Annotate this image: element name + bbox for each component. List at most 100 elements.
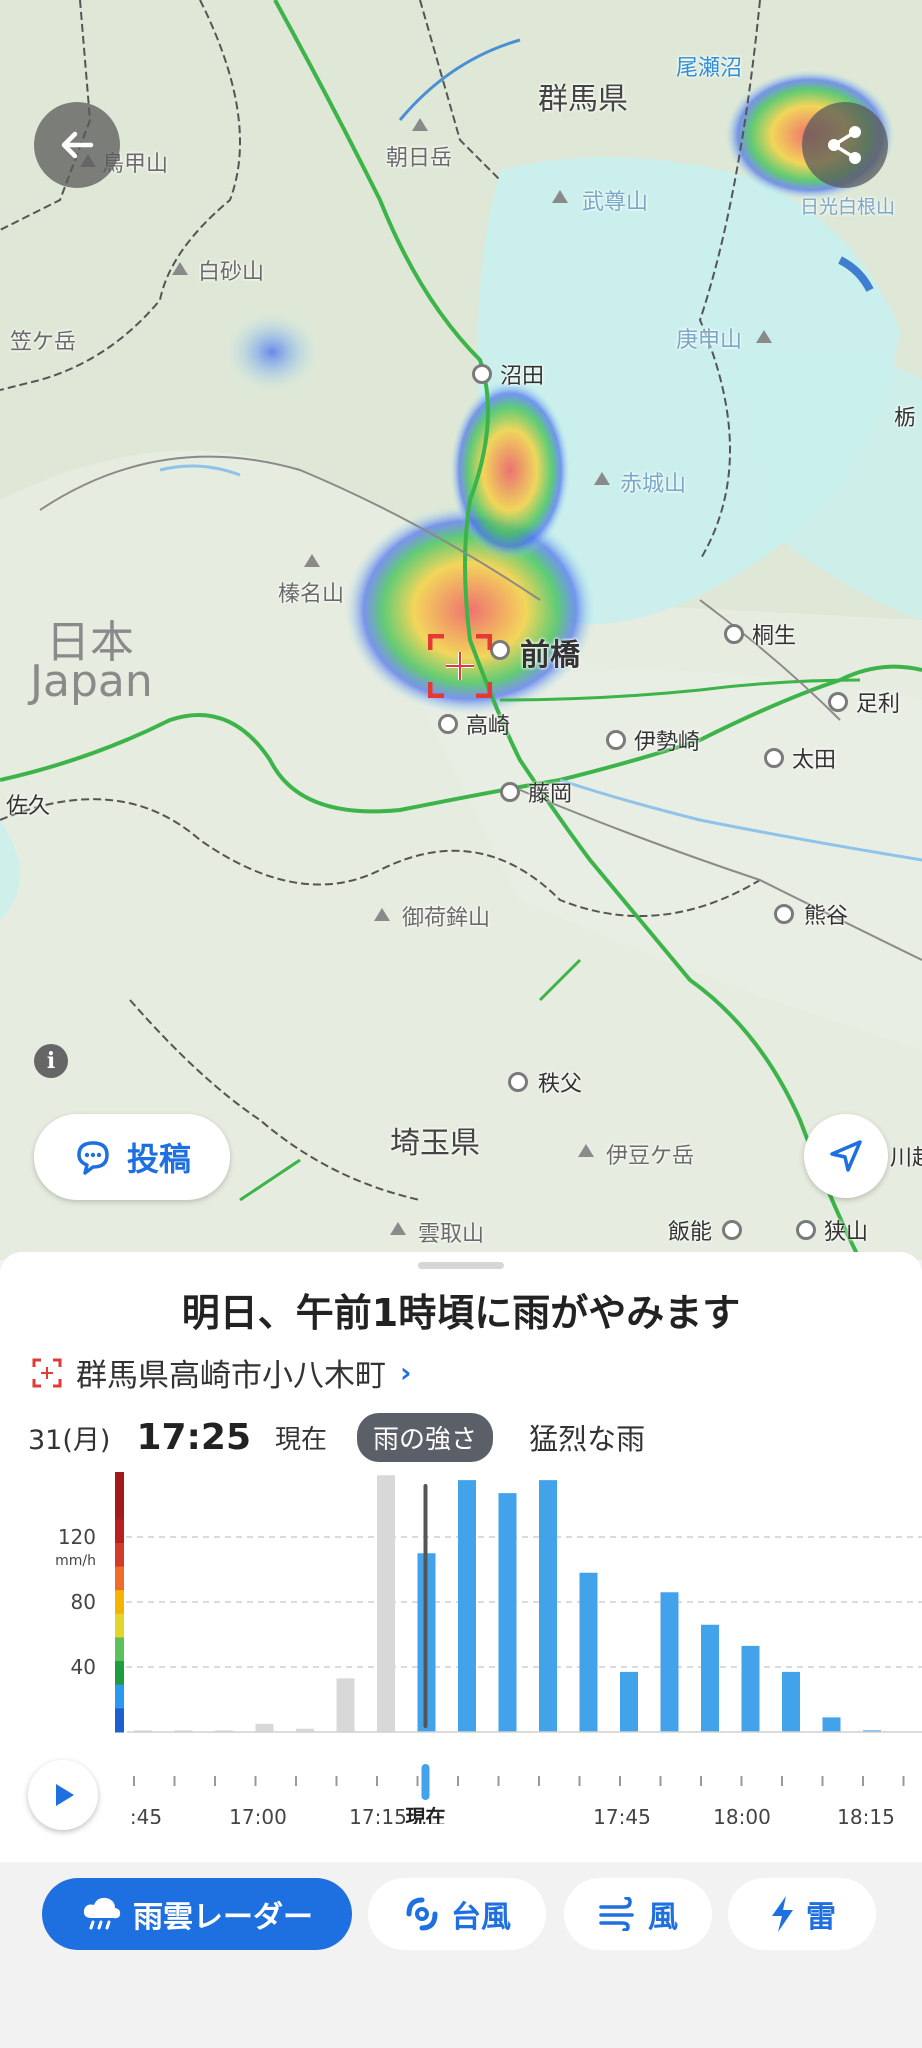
date-label: 31(月) bbox=[28, 1424, 111, 1456]
mountain-icon bbox=[374, 908, 390, 921]
lightning-icon bbox=[772, 1896, 793, 1932]
y-unit-label: mm/h bbox=[55, 1553, 96, 1569]
post-bubble-icon bbox=[77, 1141, 109, 1175]
chart-bar bbox=[498, 1493, 517, 1732]
post-button-label: 投稿 bbox=[126, 1140, 191, 1178]
map-label-mountain: 赤城山 bbox=[620, 472, 687, 497]
map-label-mountain: 白砂山 bbox=[198, 260, 265, 285]
y-tick-label: 40 bbox=[71, 1655, 96, 1679]
map-label-saitama: 埼玉県 bbox=[390, 1126, 480, 1161]
map-label-chichibu: 秩父 bbox=[538, 1072, 583, 1097]
chart-bar bbox=[741, 1645, 760, 1732]
mountain-icon bbox=[390, 1222, 406, 1235]
chart-bar bbox=[336, 1678, 355, 1732]
rainfall-chart[interactable]: 40 80 120 mm/h :45 17:00 17:15現在 17:45 18:00 18:… bbox=[0, 1464, 922, 1824]
post-button[interactable]: 投稿 bbox=[34, 1114, 230, 1200]
city-dot bbox=[438, 714, 458, 734]
map-label-sayama: 狭山 bbox=[824, 1220, 869, 1245]
share-button[interactable] bbox=[802, 102, 888, 188]
city-dot bbox=[472, 364, 492, 384]
x-tick-label: :45 bbox=[130, 1805, 162, 1824]
legend-segment bbox=[115, 1708, 124, 1733]
map-label-mountain: 庚申山 bbox=[676, 328, 743, 353]
wind-icon bbox=[599, 1897, 634, 1931]
location-target-icon bbox=[32, 1358, 62, 1387]
legend-segment bbox=[115, 1684, 124, 1709]
legend-segment bbox=[115, 1566, 124, 1591]
chart-bar bbox=[660, 1592, 679, 1732]
tab-lightning[interactable]: 雷 bbox=[728, 1878, 876, 1950]
intensity-label: 猛烈な雨 bbox=[529, 1422, 646, 1456]
chart-bar bbox=[701, 1624, 719, 1732]
chart-bar bbox=[255, 1723, 274, 1732]
current-location-button[interactable] bbox=[804, 1114, 888, 1198]
x-tick-label: 17:45 bbox=[593, 1805, 651, 1824]
location-link[interactable]: 群馬県高崎市小八木町 › bbox=[32, 1350, 412, 1395]
rain-cloud-icon bbox=[83, 1897, 121, 1930]
intensity-color-legend bbox=[115, 1472, 124, 1733]
chart-gridlines bbox=[126, 1536, 922, 1668]
chevron-right-icon: › bbox=[400, 1356, 412, 1389]
play-button[interactable] bbox=[28, 1760, 98, 1830]
tab-typhoon[interactable]: 台風 bbox=[368, 1878, 546, 1950]
chart-bar bbox=[377, 1475, 395, 1732]
mountain-icon bbox=[594, 472, 610, 485]
forecast-sheet: 明日、午前1時頃に雨がやみます 群馬県高崎市小八木町 › 31(月) 17:25… bbox=[0, 1252, 922, 1862]
time-row: 31(月) 17:25 現在 雨の強さ 猛烈な雨 bbox=[28, 1412, 645, 1462]
map-label-cutoff-kawagoe: 川越 bbox=[890, 1146, 922, 1171]
chart-bar bbox=[822, 1717, 841, 1732]
map-label-takasaki: 高崎 bbox=[466, 714, 511, 739]
map-label-mountain: 御荷鉾山 bbox=[402, 906, 491, 931]
map-label-numata: 沼田 bbox=[500, 364, 545, 389]
map-label-mountain: 榛名山 bbox=[278, 582, 345, 607]
city-dot bbox=[606, 730, 626, 750]
x-tick-label: 17:00 bbox=[229, 1805, 287, 1824]
y-tick-label: 80 bbox=[71, 1590, 96, 1614]
x-tick-label: 現在 bbox=[406, 1805, 446, 1824]
chart-bars bbox=[127, 1475, 922, 1733]
chart-bar bbox=[782, 1671, 800, 1732]
legend-segment bbox=[115, 1519, 124, 1544]
map-label-isesaki: 伊勢崎 bbox=[634, 730, 701, 755]
city-dot bbox=[508, 1072, 528, 1092]
tab-wind[interactable]: 風 bbox=[564, 1878, 712, 1950]
rain-intensity-chip[interactable]: 雨の強さ bbox=[357, 1412, 494, 1462]
forecast-headline: 明日、午前1時頃に雨がやみます bbox=[181, 1291, 741, 1335]
city-dot bbox=[724, 624, 744, 644]
city-dot bbox=[796, 1220, 816, 1240]
map-label-maebashi: 前橋 bbox=[520, 638, 580, 673]
map-label-cutoff-tochigi: 栃 bbox=[894, 406, 917, 431]
city-dot bbox=[722, 1220, 742, 1240]
map-label-mountain: 武尊山 bbox=[582, 190, 649, 215]
time-label: 17:25 bbox=[136, 1416, 252, 1458]
map-label-gunma: 群馬県 bbox=[538, 82, 628, 117]
map-label-fujioka: 藤岡 bbox=[528, 782, 573, 807]
map-label-kiryu: 桐生 bbox=[752, 624, 797, 649]
typhoon-icon bbox=[406, 1897, 438, 1931]
map-label-mountain: 朝日岳 bbox=[386, 146, 453, 171]
map-label-hanno: 飯能 bbox=[668, 1220, 713, 1245]
city-dot bbox=[490, 640, 510, 660]
map-label-mountain: 笠ケ岳 bbox=[10, 330, 77, 355]
back-button[interactable] bbox=[34, 102, 120, 188]
mountain-icon bbox=[552, 190, 568, 203]
tab-rain-radar[interactable]: 雨雲レーダー bbox=[42, 1878, 352, 1950]
map-label-ashikaga: 足利 bbox=[856, 692, 901, 717]
legend-segment bbox=[115, 1590, 124, 1615]
chart-bar bbox=[539, 1480, 557, 1732]
map-label-kumagaya: 熊谷 bbox=[804, 904, 849, 929]
legend-segment bbox=[115, 1661, 124, 1686]
tab-label: 風 bbox=[648, 1900, 678, 1935]
play-icon bbox=[56, 1784, 74, 1806]
city-dot bbox=[500, 782, 520, 802]
y-tick-label: 120 bbox=[58, 1525, 96, 1549]
mountain-icon bbox=[578, 1144, 594, 1157]
sheet-drag-handle[interactable] bbox=[418, 1262, 504, 1269]
mountain-icon bbox=[304, 554, 320, 567]
location-target-icon bbox=[428, 634, 492, 698]
city-dot bbox=[764, 748, 784, 768]
chart-bar bbox=[620, 1671, 638, 1732]
rain-radar-map[interactable]: 群馬県 埼玉県 日本 Japan 尾瀬沼 沼田 前橋 高崎 桐生 足利 伊勢崎 … bbox=[0, 0, 922, 1260]
bottom-tab-bar: 雨雲レーダー 台風 風 雷 bbox=[0, 1862, 922, 2048]
info-button[interactable]: i bbox=[34, 1044, 68, 1078]
